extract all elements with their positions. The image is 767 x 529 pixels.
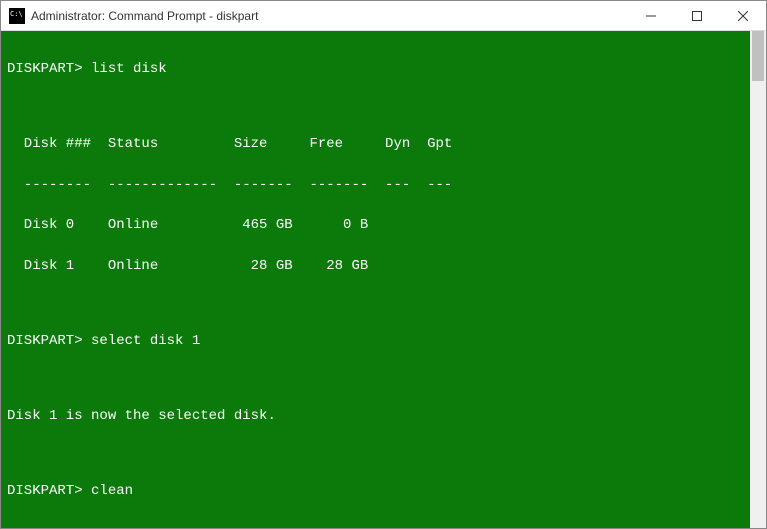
command-text: list disk — [91, 61, 167, 77]
prompt: DISKPART> — [7, 61, 83, 77]
output-message: Disk 1 is now the selected disk. — [7, 406, 744, 426]
close-icon — [738, 11, 748, 21]
table-header: Disk ### Status Size Free Dyn Gpt — [7, 134, 744, 154]
minimize-icon — [646, 11, 656, 21]
maximize-icon — [692, 11, 702, 21]
terminal-container: DISKPART> list disk Disk ### Status Size… — [1, 31, 766, 528]
window-title: Administrator: Command Prompt - diskpart — [31, 9, 628, 23]
prompt: DISKPART> — [7, 483, 83, 499]
table-row: Disk 1 Online 28 GB 28 GB — [7, 256, 744, 276]
close-button[interactable] — [720, 1, 766, 31]
window-titlebar: Administrator: Command Prompt - diskpart — [1, 1, 766, 31]
command-text: clean — [91, 483, 133, 499]
scrollbar-thumb[interactable] — [752, 31, 764, 81]
terminal[interactable]: DISKPART> list disk Disk ### Status Size… — [1, 31, 750, 528]
cmd-icon — [9, 8, 25, 24]
scrollbar[interactable] — [750, 31, 766, 528]
command-text: select disk 1 — [91, 333, 200, 349]
minimize-button[interactable] — [628, 1, 674, 31]
table-rule: -------- ------------- ------- ------- -… — [7, 175, 744, 195]
table-row: Disk 0 Online 465 GB 0 B — [7, 215, 744, 235]
maximize-button[interactable] — [674, 1, 720, 31]
prompt: DISKPART> — [7, 333, 83, 349]
